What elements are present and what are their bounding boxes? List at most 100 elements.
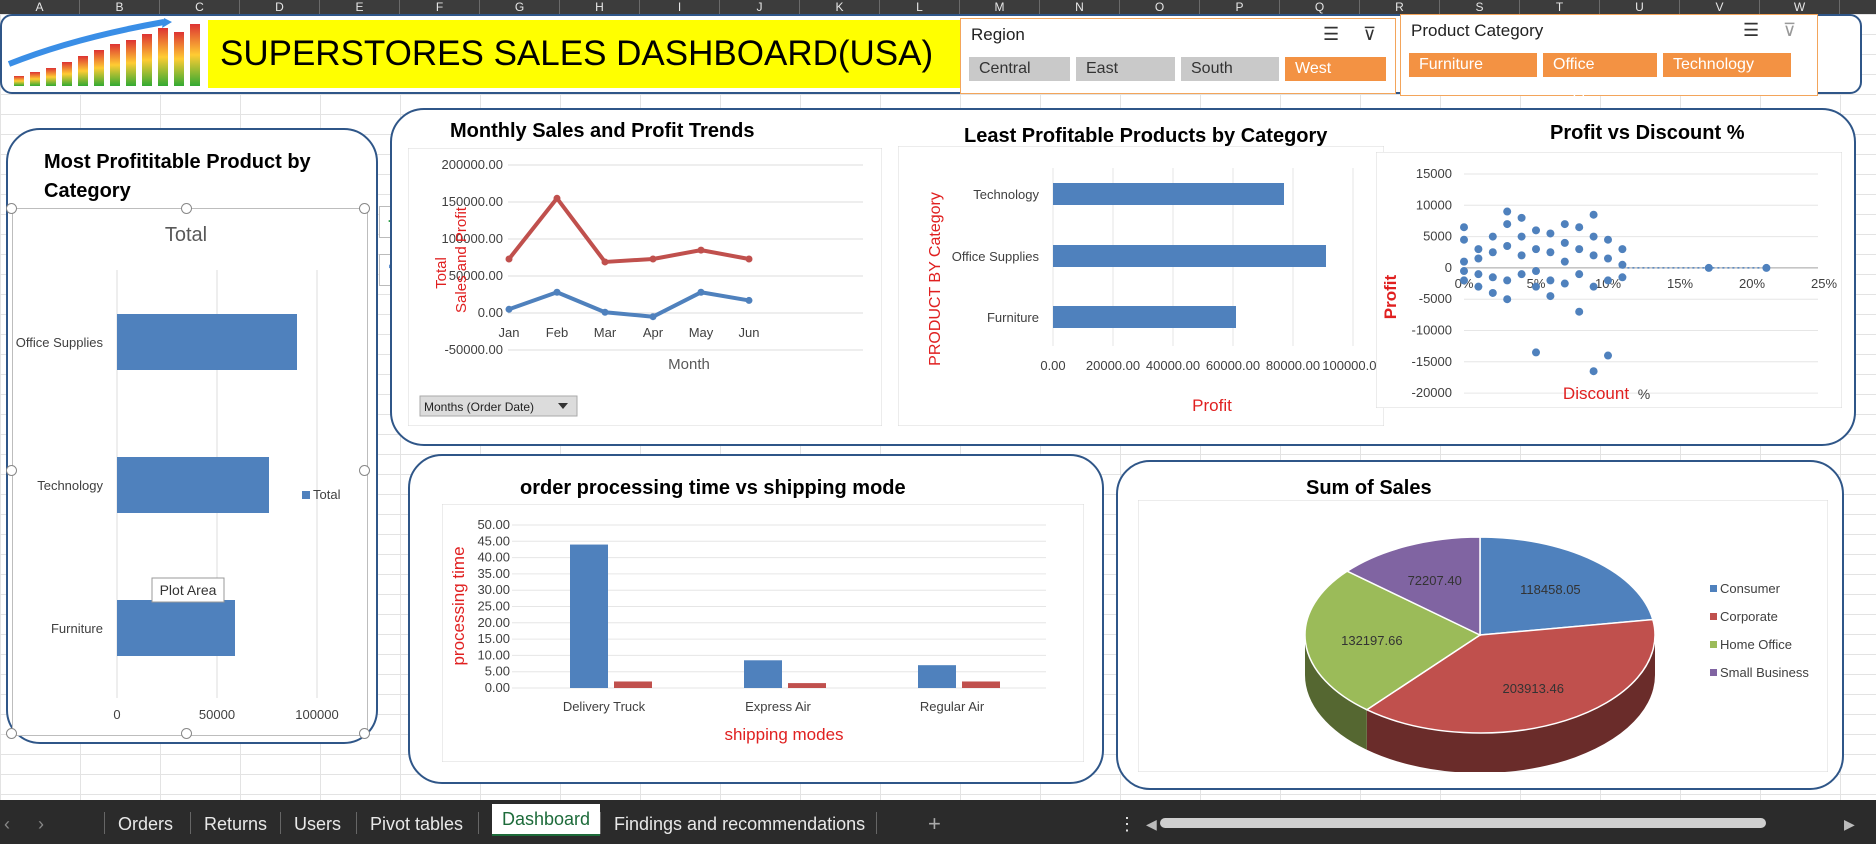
scatter-point: [1532, 282, 1540, 291]
chart-resize-handle[interactable]: [6, 465, 17, 476]
scatter-point: [1762, 263, 1771, 272]
region-slicer-title: Region: [971, 25, 1025, 44]
column-header-c[interactable]: C: [160, 0, 240, 14]
column-header-f[interactable]: F: [400, 0, 480, 14]
scatter-point: [1488, 288, 1497, 297]
chart-resize-handle[interactable]: [359, 465, 370, 476]
add-sheet-button[interactable]: +: [928, 810, 941, 838]
more-options-button[interactable]: ⋮: [1118, 810, 1136, 838]
category-label: Furniture: [987, 310, 1039, 325]
scatter-point: [1604, 276, 1612, 285]
scatter-point: [1460, 267, 1468, 276]
scatter-point: [1618, 245, 1627, 254]
category-chip-office-supplies[interactable]: Office Supplies: [1543, 53, 1657, 97]
column-header-g[interactable]: G: [480, 0, 560, 14]
scatter-point: [1517, 251, 1526, 260]
y-tick-label: 30.00: [477, 582, 510, 597]
scatter-point: [1546, 292, 1555, 301]
y-tick-label: 10.00: [477, 647, 510, 662]
sheet-tab-dashboard[interactable]: Dashboard: [492, 804, 601, 836]
multi-select-icon[interactable]: ☰: [1323, 24, 1339, 45]
column-header-j[interactable]: J: [720, 0, 800, 14]
category-label: Delivery Truck: [563, 699, 646, 714]
category-label: Office Supplies: [952, 249, 1040, 264]
multi-select-icon[interactable]: ☰: [1743, 20, 1759, 41]
column-header-i[interactable]: I: [640, 0, 720, 14]
y-tick-label: 15000: [1416, 166, 1452, 181]
column-header-w[interactable]: W: [1760, 0, 1840, 14]
least-profitable-chart[interactable]: 0.00 20000.00 40000.00 60000.00 80000.00 1000…: [898, 146, 1384, 426]
horizontal-scrollbar[interactable]: [1160, 818, 1766, 828]
hscroll-right-arrow[interactable]: ▶: [1844, 810, 1855, 838]
legend-swatch: [1710, 585, 1717, 592]
chart-resize-handle[interactable]: [6, 728, 17, 739]
y-tick-label: 150000.00: [442, 194, 503, 209]
region-slicer[interactable]: Region ☰ ⊽ Central East South West: [960, 18, 1396, 94]
scroll-tabs-left-button[interactable]: ‹: [4, 810, 10, 838]
processing-time-chart[interactable]: 50.0045.00 40.0035.0030.00 25.0020.0015.00…: [442, 504, 1084, 762]
category-chip-technology[interactable]: Technology: [1663, 53, 1791, 77]
y-tick-label: 15.00: [477, 631, 510, 646]
sheet-tab-bar: ‹ › Orders Returns Users Pivot tables Dashbo…: [0, 800, 1876, 844]
region-chip-west[interactable]: West: [1285, 57, 1386, 81]
column-header-m[interactable]: M: [960, 0, 1040, 14]
pie-data-label: 132197.66: [1341, 633, 1402, 648]
chart-resize-handle[interactable]: [359, 203, 370, 214]
column-header-r[interactable]: R: [1360, 0, 1440, 14]
series-point: [505, 305, 513, 313]
bar-delivery-truck-s2: [614, 681, 652, 688]
column-header-o[interactable]: O: [1120, 0, 1200, 14]
months-filter-button[interactable]: Months (Order Date): [419, 395, 578, 417]
most-profitable-chart[interactable]: Total 0 50000 100000 Office Supplies Technolo…: [12, 208, 366, 734]
hscroll-left-arrow[interactable]: ◀: [1146, 810, 1157, 838]
scatter-point: [1517, 232, 1526, 241]
scatter-point: [1560, 238, 1569, 247]
profit-vs-discount-chart[interactable]: 150001000050000-5000-10000-15000-200000%…: [1376, 152, 1842, 408]
tab-separator: [600, 812, 601, 834]
scatter-point: [1575, 223, 1584, 232]
scatter-point: [1474, 282, 1483, 291]
monthly-chart[interactable]: 200000.00150000.00100000.0050000.000.00-…: [408, 148, 882, 426]
sum-of-sales-chart[interactable]: 118458.05 203913.46 132197.66 72207.40 Consu…: [1138, 500, 1828, 772]
y-axis-title-line1: Total: [433, 257, 450, 289]
y-tick-label: 0.00: [478, 305, 503, 320]
clear-filter-icon[interactable]: ⊽: [1363, 24, 1376, 45]
bar-express-air-s1: [744, 660, 782, 688]
sheet-tab-orders[interactable]: Orders: [118, 810, 173, 838]
scatter-point: [1618, 273, 1627, 282]
column-header-e[interactable]: E: [320, 0, 400, 14]
sheet-tab-pivot-tables[interactable]: Pivot tables: [370, 810, 463, 838]
series-point: [553, 288, 561, 296]
region-chip-central[interactable]: Central: [969, 57, 1070, 81]
column-header-q[interactable]: Q: [1280, 0, 1360, 14]
column-header-u[interactable]: U: [1600, 0, 1680, 14]
chart-resize-handle[interactable]: [6, 203, 17, 214]
column-header-d[interactable]: D: [240, 0, 320, 14]
clear-filter-icon[interactable]: ⊽: [1783, 20, 1796, 41]
chart-resize-handle[interactable]: [181, 203, 192, 214]
y-tick-label: 5.00: [485, 664, 510, 679]
chart-resize-handle[interactable]: [359, 728, 370, 739]
column-header-p[interactable]: P: [1200, 0, 1280, 14]
region-chip-east[interactable]: East: [1076, 57, 1175, 81]
column-header-bar: ABCDEFGHIJKLMNOPQRSTUVW: [0, 0, 1876, 14]
column-header-b[interactable]: B: [80, 0, 160, 14]
column-header-n[interactable]: N: [1040, 0, 1120, 14]
legend-label: Total: [313, 487, 341, 502]
sheet-tab-findings-and-recommendations[interactable]: Findings and recommendations: [614, 810, 865, 838]
region-chip-south[interactable]: South: [1181, 57, 1279, 81]
column-header-t[interactable]: T: [1520, 0, 1600, 14]
category-slicer[interactable]: Product Category ☰ ⊽ Furniture Office Sup…: [1400, 14, 1818, 97]
column-header-k[interactable]: K: [800, 0, 880, 14]
sheet-tab-users[interactable]: Users: [294, 810, 341, 838]
sheet-tab-returns[interactable]: Returns: [204, 810, 267, 838]
chart-resize-handle[interactable]: [181, 728, 192, 739]
column-header-h[interactable]: H: [560, 0, 640, 14]
bar-furniture: [117, 600, 235, 656]
category-chip-furniture[interactable]: Furniture: [1409, 53, 1537, 77]
column-header-s[interactable]: S: [1440, 0, 1520, 14]
scroll-tabs-right-button[interactable]: ›: [38, 810, 44, 838]
column-header-l[interactable]: L: [880, 0, 960, 14]
column-header-a[interactable]: A: [0, 0, 80, 14]
column-header-v[interactable]: V: [1680, 0, 1760, 14]
